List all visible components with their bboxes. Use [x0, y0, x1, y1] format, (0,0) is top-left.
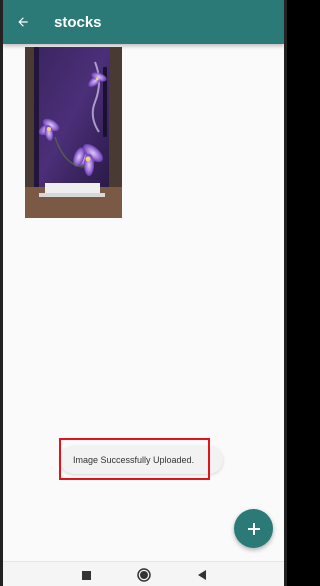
device-frame: stocks Image Successfully Uploaded. — [0, 0, 287, 586]
arrow-left-icon — [18, 17, 28, 27]
page-title: stocks — [54, 13, 102, 31]
back-triangle-icon — [198, 570, 206, 580]
plus-icon — [247, 522, 260, 535]
recents-button[interactable] — [78, 567, 94, 583]
home-button[interactable] — [136, 567, 152, 583]
app-bar: stocks — [3, 0, 284, 44]
add-stock-button[interactable] — [234, 509, 273, 548]
toast-message: Image Successfully Uploaded. — [73, 455, 195, 465]
app-screen: stocks Image Successfully Uploaded. — [3, 0, 284, 586]
stock-image-thumbnail[interactable] — [25, 47, 122, 218]
system-navigation-bar — [3, 561, 284, 586]
refrigerator-photo — [25, 47, 122, 218]
recents-square-icon — [81, 570, 91, 580]
upload-success-toast: Image Successfully Uploaded. — [60, 446, 223, 474]
home-circle-icon — [137, 568, 151, 582]
system-back-button[interactable] — [194, 567, 210, 583]
back-button[interactable] — [3, 0, 43, 44]
